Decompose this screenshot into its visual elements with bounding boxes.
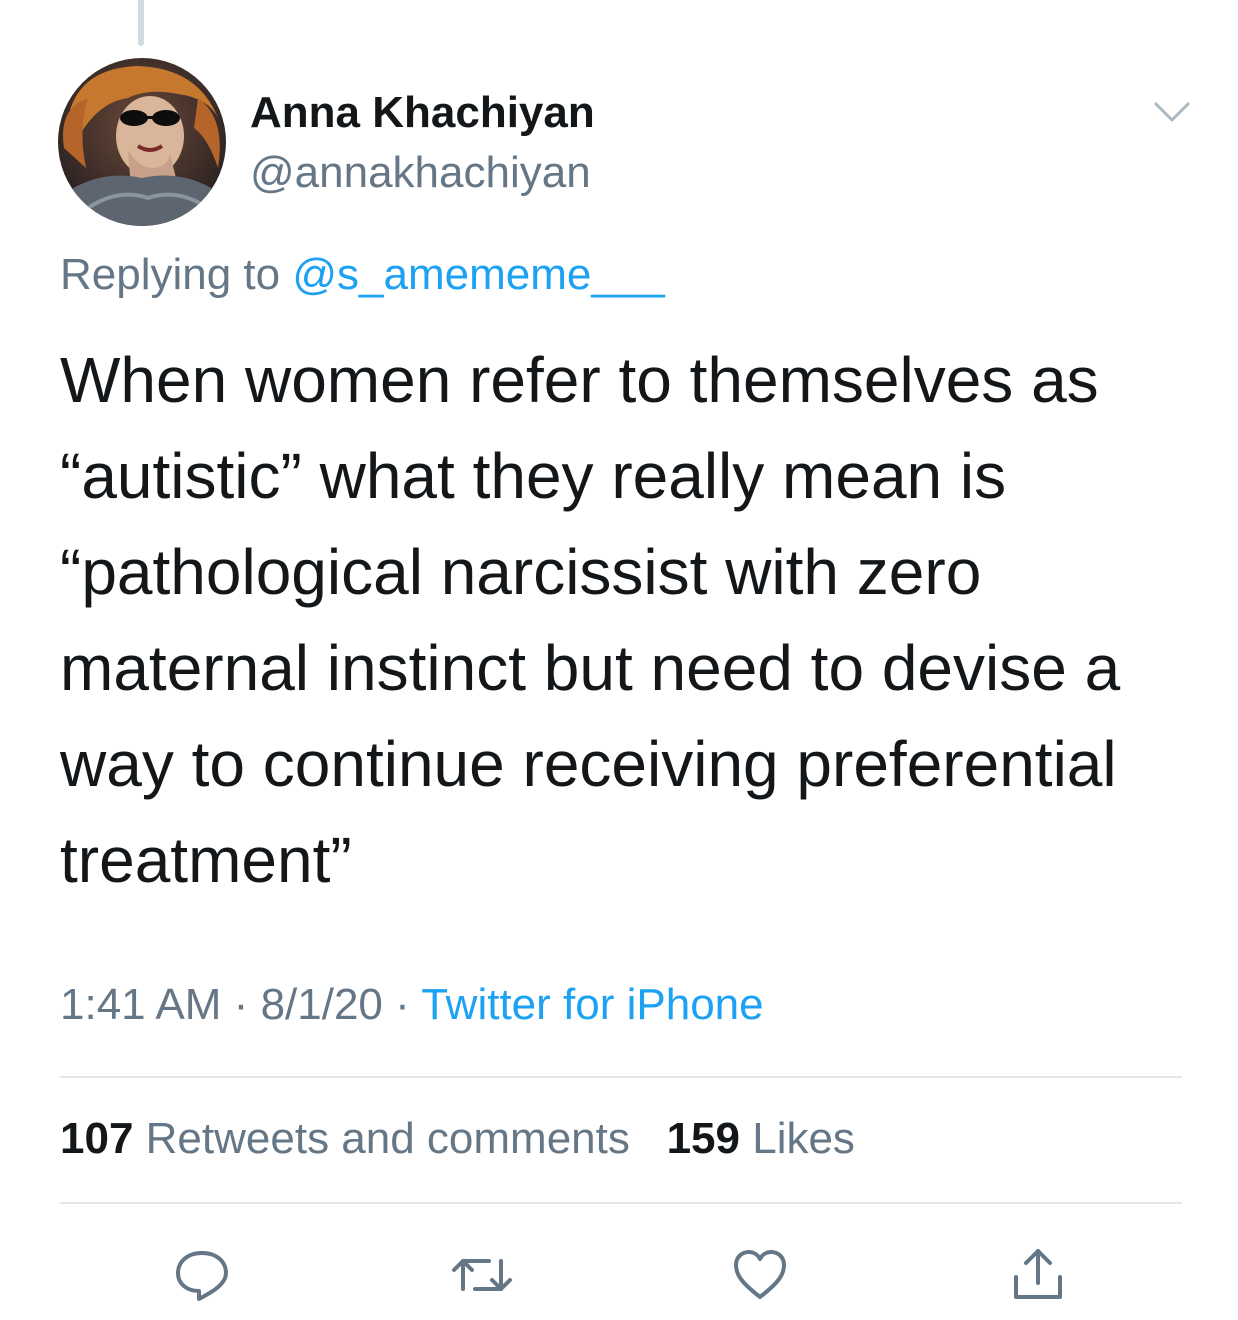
replying-to-line: Replying to @s_amememe___ [60,250,665,300]
tweet-action-bar [0,1240,1238,1310]
share-button[interactable] [1003,1240,1073,1310]
heart-icon [734,1250,786,1299]
retweets-count: 107 [60,1114,134,1163]
tweet-source-link[interactable]: Twitter for iPhone [421,980,763,1029]
retweet-arrows-icon [452,1259,512,1291]
avatar[interactable] [58,58,226,226]
likes-stat[interactable]: 159 Likes [667,1114,855,1163]
tweet-text: When women refer to themselves as “autis… [60,344,1121,896]
retweets-label: Retweets and comments [145,1114,630,1163]
divider [60,1202,1182,1204]
share-upload-icon [1014,1249,1062,1299]
likes-count: 159 [666,1114,740,1163]
reply-button[interactable] [167,1240,237,1310]
replying-to-label: Replying to [60,250,281,299]
meta-separator: · [233,980,249,1029]
retweets-stat[interactable]: 107 Retweets and comments [60,1114,630,1163]
profile-photo-icon [58,58,226,226]
tweet-options-button[interactable] [1150,94,1194,130]
likes-label: Likes [752,1114,855,1163]
retweet-button[interactable] [447,1240,517,1310]
speech-bubble-icon [176,1251,228,1301]
tweet-metadata: 1:41 AM · 8/1/20 · Twitter for iPhone [60,980,764,1030]
tweet-date[interactable]: 8/1/20 [261,980,383,1029]
chevron-down-icon [1154,102,1190,122]
tweet-time[interactable]: 1:41 AM [60,980,221,1029]
divider [60,1076,1182,1078]
tweet-stats: 107 Retweets and comments 159 Likes [60,1114,855,1164]
meta-separator: · [395,980,410,1029]
author-display-name[interactable]: Anna Khachiyan [250,88,595,138]
thread-connector-line [138,0,144,46]
replying-to-handle-link[interactable]: @s_amememe___ [292,250,664,299]
author-handle[interactable]: @annakhachiyan [250,148,591,198]
like-button[interactable] [725,1240,795,1310]
